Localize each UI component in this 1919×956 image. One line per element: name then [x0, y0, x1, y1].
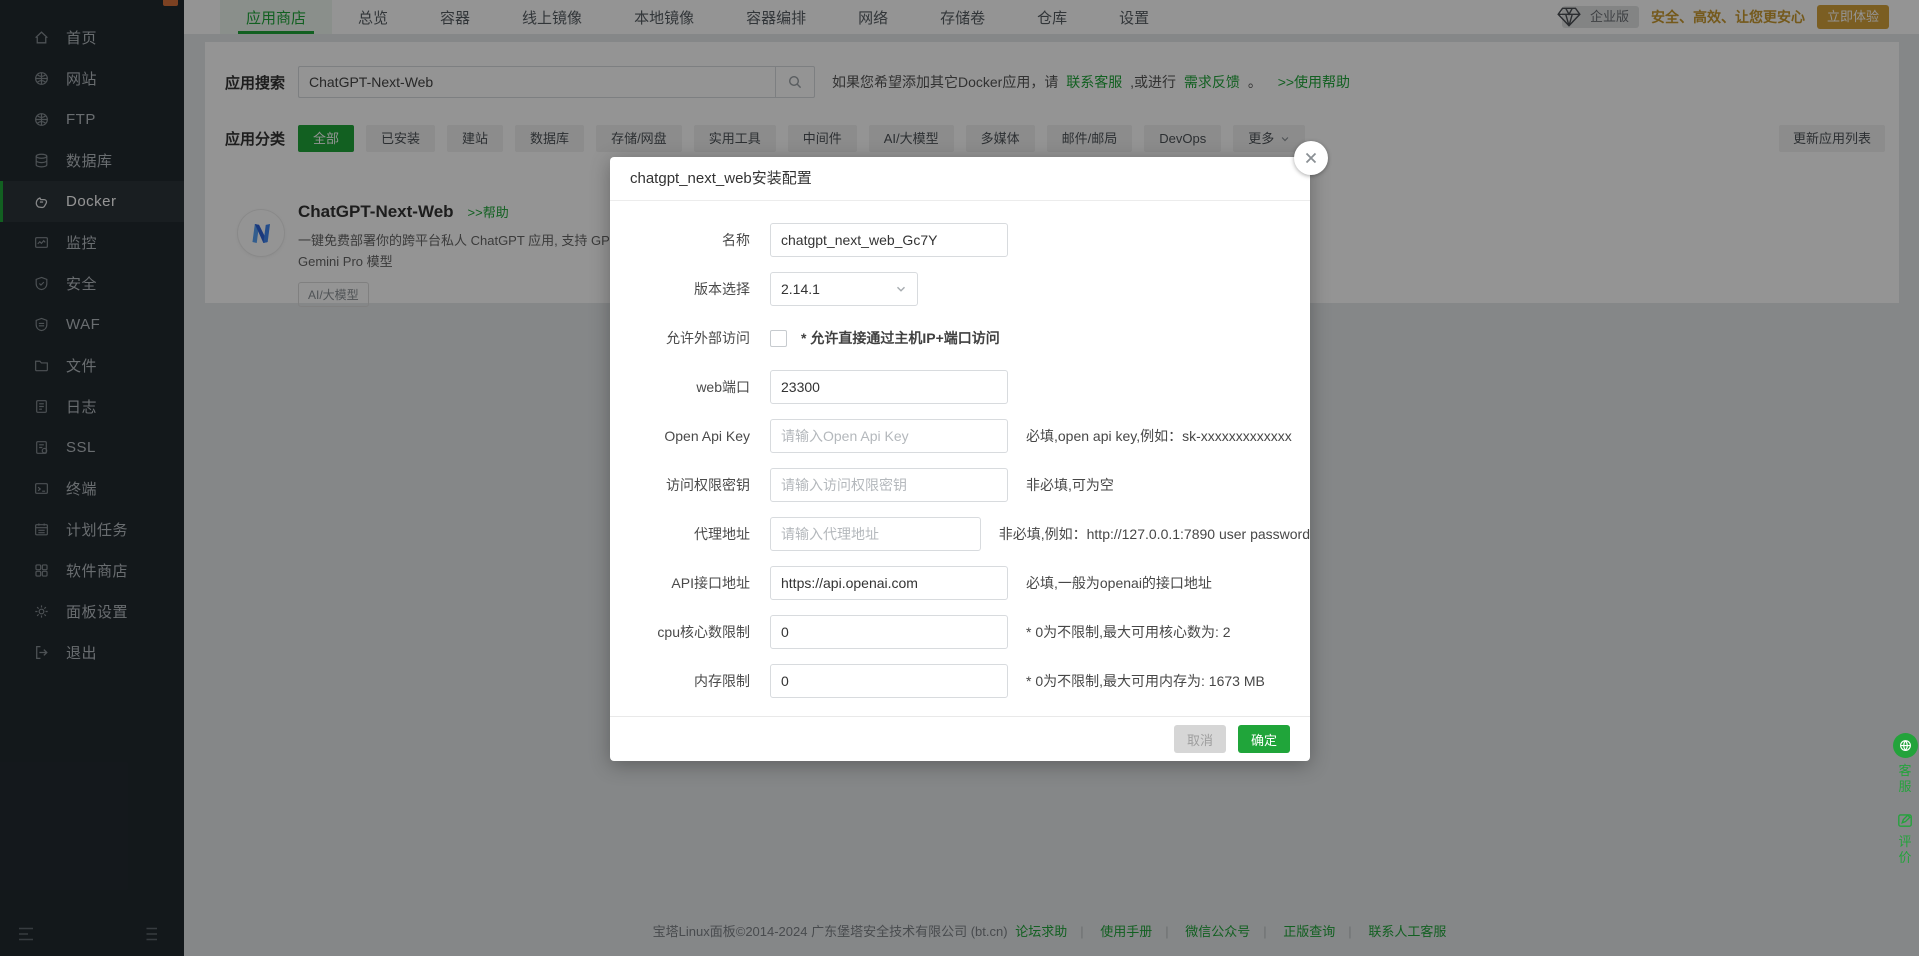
form-row-api-url: API接口地址 必填,一般为openai的接口地址: [610, 566, 1310, 600]
external-access-checkbox[interactable]: [770, 330, 787, 347]
cancel-button[interactable]: 取消: [1174, 725, 1226, 753]
field-hint: * 0为不限制,最大可用内存为: 1673 MB: [1026, 671, 1265, 691]
support-widget-label[interactable]: 客服: [1898, 763, 1911, 795]
field-label: 名称: [610, 230, 750, 250]
bt-panel-screen: 首页 网站 FTP 数据库 Docker 监控 安全 WAF 文件 日志 SSL…: [0, 0, 1919, 956]
support-widget[interactable]: [1893, 733, 1918, 758]
install-config-modal: chatgpt_next_web安装配置 名称 版本选择 2.14.1 允许外部…: [610, 157, 1310, 761]
web-port-field[interactable]: [770, 370, 1008, 404]
form-row-api-key: Open Api Key 必填,open api key,例如：sk-xxxxx…: [610, 419, 1310, 453]
form-row-proxy: 代理地址 非必填,例如：http://127.0.0.1:7890 user p…: [610, 517, 1310, 551]
external-access-note: * 允许直接通过主机IP+端口访问: [801, 328, 1000, 348]
form-row-web-port: web端口: [610, 370, 1310, 404]
name-field[interactable]: [770, 223, 1008, 257]
field-hint: 必填,open api key,例如：sk-xxxxxxxxxxxxx: [1026, 426, 1292, 446]
field-hint: * 0为不限制,最大可用核心数为: 2: [1026, 622, 1231, 642]
field-label: 内存限制: [610, 671, 750, 691]
version-select[interactable]: 2.14.1: [770, 272, 918, 306]
chevron-down-icon: [895, 283, 907, 295]
form-row-name: 名称: [610, 223, 1310, 257]
field-label: API接口地址: [610, 573, 750, 593]
form-row-cpu-limit: cpu核心数限制 * 0为不限制,最大可用核心数为: 2: [610, 615, 1310, 649]
form-row-access-password: 访问权限密钥 非必填,可为空: [610, 468, 1310, 502]
memory-limit-field[interactable]: [770, 664, 1008, 698]
form-row-external-access: 允许外部访问 * 允许直接通过主机IP+端口访问: [610, 321, 1310, 355]
form-row-version: 版本选择 2.14.1: [610, 272, 1310, 306]
modal-title: chatgpt_next_web安装配置: [610, 157, 1310, 201]
field-label: 访问权限密钥: [610, 475, 750, 495]
field-hint: 必填,一般为openai的接口地址: [1026, 573, 1212, 593]
modal-footer: 取消 确定: [610, 716, 1310, 761]
field-label: cpu核心数限制: [610, 622, 750, 642]
field-label: 允许外部访问: [610, 328, 750, 348]
version-select-value: 2.14.1: [781, 281, 820, 297]
open-api-key-field[interactable]: [770, 419, 1008, 453]
close-icon: [1303, 150, 1319, 166]
cpu-limit-field[interactable]: [770, 615, 1008, 649]
confirm-button[interactable]: 确定: [1238, 725, 1290, 753]
access-password-field[interactable]: [770, 468, 1008, 502]
field-hint: 非必填,例如：http://127.0.0.1:7890 user passwo…: [999, 524, 1310, 544]
support-globe-icon: [1898, 738, 1913, 753]
proxy-address-field[interactable]: [770, 517, 981, 551]
review-pencil-icon[interactable]: [1896, 811, 1914, 829]
field-label: 代理地址: [610, 524, 750, 544]
field-label: 版本选择: [610, 279, 750, 299]
form-row-memory-limit: 内存限制 * 0为不限制,最大可用内存为: 1673 MB: [610, 664, 1310, 698]
api-url-field[interactable]: [770, 566, 1008, 600]
review-widget-label[interactable]: 评价: [1898, 834, 1911, 866]
close-button[interactable]: [1294, 141, 1328, 175]
field-label: web端口: [610, 377, 750, 397]
modal-body: 名称 版本选择 2.14.1 允许外部访问 * 允许直接通过主机IP+端口访问 …: [610, 201, 1310, 698]
floating-widgets: 客服 评价: [1892, 733, 1918, 866]
field-hint: 非必填,可为空: [1026, 475, 1114, 495]
field-label: Open Api Key: [610, 428, 750, 444]
